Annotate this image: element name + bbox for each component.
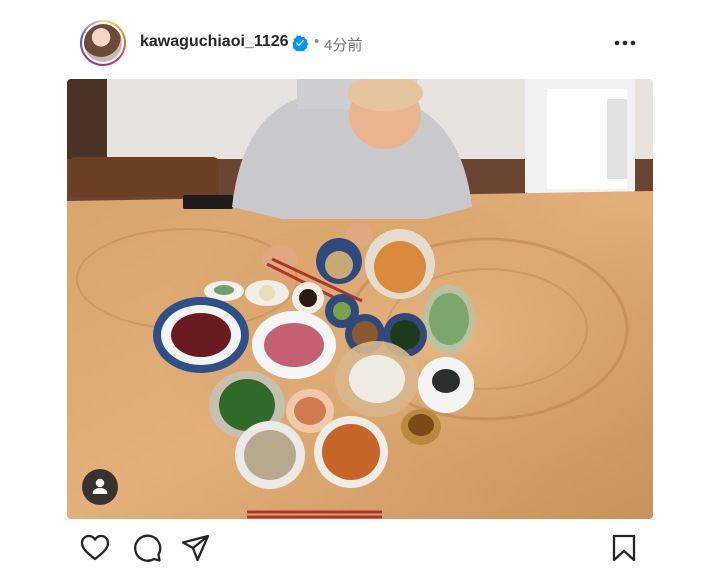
heart-icon[interactable] (80, 533, 110, 563)
avatar-image (84, 24, 122, 62)
verified-badge-icon (292, 35, 308, 51)
post-image[interactable] (67, 79, 653, 519)
bookmark-icon[interactable] (609, 533, 639, 563)
user-tag-icon[interactable] (82, 469, 118, 505)
post-action-bar (0, 520, 715, 569)
post-time[interactable]: 4分前 (324, 34, 362, 55)
more-options-icon[interactable] (612, 34, 638, 52)
profile-avatar[interactable] (80, 20, 126, 66)
separator-dot: • (314, 33, 320, 50)
post-header: kawaguchiaoi_1126 • 4分前 (0, 0, 715, 80)
comment-icon[interactable] (132, 533, 162, 563)
send-icon[interactable] (181, 533, 211, 563)
username-link[interactable]: kawaguchiaoi_1126 (140, 33, 289, 51)
